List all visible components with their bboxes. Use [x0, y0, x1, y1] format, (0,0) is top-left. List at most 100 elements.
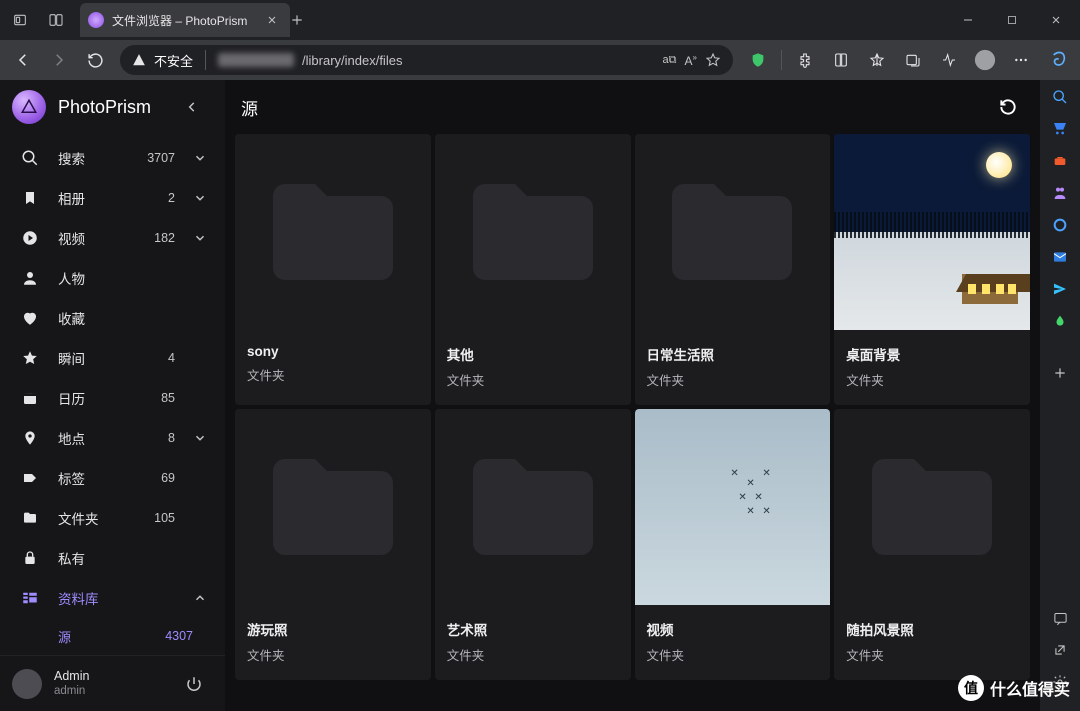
chevron-down-icon[interactable]: [193, 151, 215, 165]
folder-icon: [20, 510, 40, 526]
logout-icon[interactable]: [185, 675, 213, 693]
folder-thumbnail: [435, 409, 631, 605]
insecure-site-icon: [132, 53, 146, 67]
photoprism-logo[interactable]: [12, 90, 46, 124]
insecure-label: 不安全: [154, 51, 193, 70]
nav-item-private[interactable]: 私有: [0, 538, 225, 578]
folder-kind: 文件夹: [647, 645, 819, 664]
url-host-blurred: [218, 53, 294, 67]
person-icon: [20, 269, 40, 287]
nav-item-videos[interactable]: 视频 182: [0, 218, 225, 258]
app-sidebar: PhotoPrism 搜索 3707 相册 2: [0, 80, 225, 711]
maximize-window-button[interactable]: [990, 0, 1034, 40]
send-icon[interactable]: [1049, 278, 1071, 300]
shopping-icon[interactable]: [1049, 118, 1071, 140]
folder-kind: 文件夹: [647, 370, 819, 389]
folder-title: 视频: [647, 619, 819, 639]
collapse-sidebar-icon[interactable]: [185, 100, 213, 114]
watermark-badge: 值: [958, 675, 984, 701]
nav-item-places[interactable]: 地点 8: [0, 418, 225, 458]
nav-item-people[interactable]: 人物: [0, 258, 225, 298]
performance-icon[interactable]: [932, 43, 966, 77]
folder-card[interactable]: 其他文件夹: [435, 134, 631, 405]
folder-thumbnail: [235, 134, 431, 330]
games-icon[interactable]: [1049, 182, 1071, 204]
refresh-content-icon[interactable]: [998, 97, 1024, 117]
folder-thumbnail: [635, 134, 831, 330]
nav-item-calendar[interactable]: 日历 85: [0, 378, 225, 418]
folder-card[interactable]: sony文件夹: [235, 134, 431, 405]
browser-toolbar: 不安全 /library/index/files a⧉ A»: [0, 40, 1080, 80]
feedback-icon[interactable]: [1049, 607, 1071, 629]
m365-icon[interactable]: [1049, 214, 1071, 236]
folder-card[interactable]: 艺术照文件夹: [435, 409, 631, 680]
folder-card[interactable]: ✕✕✕✕✕✕✕ 视频文件夹: [635, 409, 831, 680]
nav-item-favorites[interactable]: 收藏: [0, 298, 225, 338]
nav-item-labels[interactable]: 标签 69: [0, 458, 225, 498]
folder-thumbnail: [235, 409, 431, 605]
folder-card[interactable]: 游玩照文件夹: [235, 409, 431, 680]
extensions-icon[interactable]: [788, 43, 822, 77]
add-sidebar-icon[interactable]: [1049, 362, 1071, 384]
browser-tab[interactable]: 文件浏览器 – PhotoPrism: [80, 3, 290, 37]
lock-icon: [20, 550, 40, 566]
star-icon: [20, 349, 40, 367]
folder-kind: 文件夹: [447, 370, 619, 389]
workspaces-icon[interactable]: [38, 2, 74, 38]
nav-item-search[interactable]: 搜索 3707: [0, 138, 225, 178]
shield-icon[interactable]: [741, 43, 775, 77]
copilot-icon[interactable]: [1040, 43, 1074, 77]
address-bar[interactable]: 不安全 /library/index/files a⧉ A»: [120, 45, 733, 75]
user-avatar[interactable]: [12, 669, 42, 699]
folder-title: 其他: [447, 344, 619, 364]
nav-list: 搜索 3707 相册 2 视频 182: [0, 134, 225, 655]
folder-kind: 文件夹: [247, 645, 419, 664]
nav-item-moments[interactable]: 瞬间 4: [0, 338, 225, 378]
window-titlebar: 文件浏览器 – PhotoPrism: [0, 0, 1080, 40]
calendar-icon: [20, 390, 40, 406]
nav-subitem-originals[interactable]: 源 4307: [0, 618, 225, 654]
page-title: 源: [241, 95, 998, 120]
refresh-button[interactable]: [78, 43, 112, 77]
new-tab-button[interactable]: [290, 13, 326, 27]
chevron-down-icon[interactable]: [193, 191, 215, 205]
tag-icon: [20, 470, 40, 486]
edge-sidebar: [1040, 80, 1080, 711]
collections-icon[interactable]: [896, 43, 930, 77]
nav-item-albums[interactable]: 相册 2: [0, 178, 225, 218]
close-tab-icon[interactable]: [266, 14, 282, 26]
folder-thumbnail: ✕✕✕✕✕✕✕: [635, 409, 831, 605]
folder-title: 随拍风景照: [846, 619, 1018, 639]
chevron-down-icon[interactable]: [193, 431, 215, 445]
nav-item-library[interactable]: 资料库: [0, 578, 225, 618]
bing-search-icon[interactable]: [1049, 86, 1071, 108]
favorite-star-icon[interactable]: [705, 52, 721, 68]
forward-button[interactable]: [42, 43, 76, 77]
folder-thumbnail: [834, 134, 1030, 330]
tab-actions-icon[interactable]: [2, 2, 38, 38]
chevron-down-icon[interactable]: [193, 231, 215, 245]
translate-hint-icon[interactable]: a⧉: [663, 54, 677, 67]
folder-thumbnail: [834, 409, 1030, 605]
chevron-up-icon[interactable]: [193, 591, 215, 605]
minimize-window-button[interactable]: [946, 0, 990, 40]
drop-icon[interactable]: [1049, 310, 1071, 332]
reading-list-icon[interactable]: [824, 43, 858, 77]
main-header: 源: [225, 80, 1040, 134]
close-window-button[interactable]: [1034, 0, 1078, 40]
profile-avatar[interactable]: [968, 43, 1002, 77]
folder-card[interactable]: 日常生活照文件夹: [635, 134, 831, 405]
nav-item-folders[interactable]: 文件夹 105: [0, 498, 225, 538]
external-link-icon[interactable]: [1049, 639, 1071, 661]
back-button[interactable]: [6, 43, 40, 77]
more-menu-icon[interactable]: [1004, 43, 1038, 77]
reader-mode-icon[interactable]: A»: [685, 53, 697, 68]
app-header: PhotoPrism: [0, 80, 225, 134]
play-circle-icon: [20, 229, 40, 247]
user-panel: Admin admin: [0, 655, 225, 711]
tools-icon[interactable]: [1049, 150, 1071, 172]
folder-card[interactable]: 桌面背景文件夹: [834, 134, 1030, 405]
folder-card[interactable]: 随拍风景照文件夹: [834, 409, 1030, 680]
outlook-icon[interactable]: [1049, 246, 1071, 268]
favorites-icon[interactable]: [860, 43, 894, 77]
